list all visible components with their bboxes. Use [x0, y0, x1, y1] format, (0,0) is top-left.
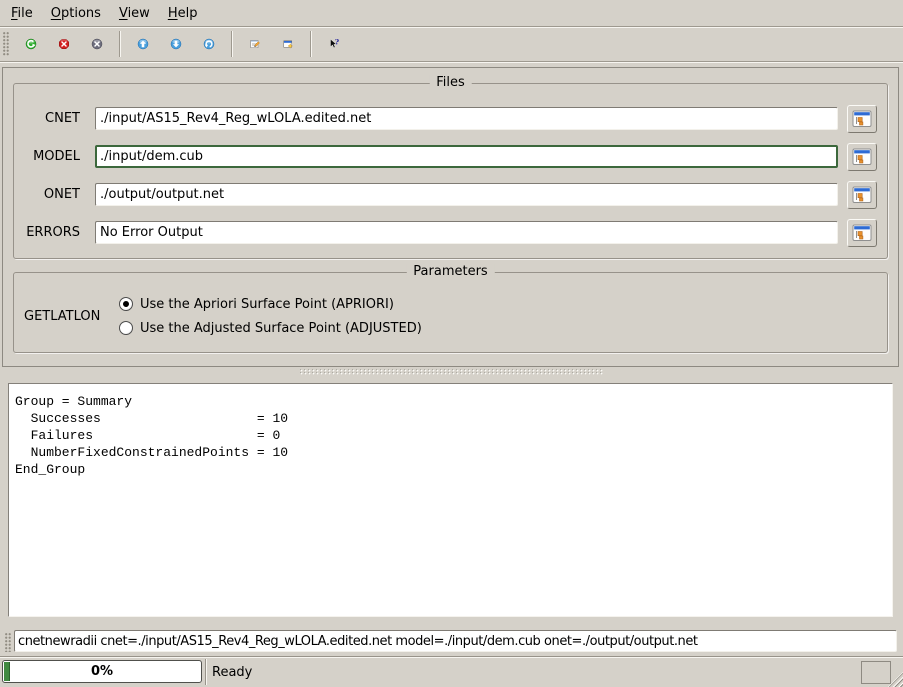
errors-browse-button[interactable]: [847, 219, 877, 247]
onet-label: ONET: [14, 187, 80, 202]
stop-icon: [58, 32, 70, 56]
run-button[interactable]: [18, 31, 44, 57]
stop-button[interactable]: [51, 31, 77, 57]
menu-view[interactable]: View: [110, 3, 159, 24]
toolbar-drag-handle[interactable]: [3, 32, 10, 56]
menu-view-label: V: [119, 6, 128, 21]
getlatlon-adjusted-radio[interactable]: Use the Adjusted Surface Point (ADJUSTED…: [119, 319, 422, 337]
menu-options[interactable]: Options: [42, 3, 110, 24]
onet-row: ONET: [14, 183, 887, 206]
toolbar: ?: [0, 27, 903, 62]
cnet-label: CNET: [14, 111, 80, 126]
exit-button[interactable]: [84, 31, 110, 57]
whats-this-icon: ?: [328, 32, 340, 56]
onet-input[interactable]: [95, 183, 838, 206]
commandline-drag-handle[interactable]: [5, 633, 12, 652]
files-groupbox-title: Files: [429, 75, 472, 90]
svg-text:?: ?: [334, 37, 339, 46]
menu-file[interactable]: File: [2, 3, 42, 24]
model-input[interactable]: [95, 145, 838, 168]
menu-help[interactable]: Help: [159, 3, 207, 24]
menu-bar: File Options View Help: [0, 0, 903, 27]
next-history-button[interactable]: [163, 31, 189, 57]
radio-button-icon: [119, 297, 133, 311]
up-arrow-icon: [137, 32, 149, 56]
app-window: File Options View Help: [0, 0, 903, 686]
redo-button[interactable]: [196, 31, 222, 57]
new-window-icon: [282, 32, 294, 56]
new-window-button[interactable]: [275, 31, 301, 57]
getlatlon-apriori-label: Use the Apriori Surface Point (APRIORI): [140, 297, 394, 312]
radio-button-icon: [119, 321, 133, 335]
redo-icon: [203, 32, 215, 56]
statusbar-separator: [205, 659, 206, 685]
files-groupbox: Files CNET MODEL: [13, 83, 888, 259]
run-icon: [25, 32, 37, 56]
parameters-groupbox-title: Parameters: [406, 264, 494, 279]
errors-row: ERRORS: [14, 221, 887, 244]
browse-file-icon: [852, 186, 872, 204]
cnet-input[interactable]: [95, 107, 838, 130]
edit-history-icon: [249, 32, 261, 56]
statusbar-frame: [861, 661, 891, 684]
getlatlon-apriori-radio[interactable]: Use the Apriori Surface Point (APRIORI): [119, 295, 394, 313]
progress-percent: 0%: [3, 661, 201, 682]
previous-history-button[interactable]: [130, 31, 156, 57]
onet-browse-button[interactable]: [847, 181, 877, 209]
browse-file-icon: [852, 110, 872, 128]
parameters-groupbox: Parameters GETLATLON Use the Apriori Sur…: [13, 272, 888, 353]
commandline-input[interactable]: [14, 630, 897, 652]
log-output[interactable]: Group = Summary Successes = 10 Failures …: [8, 383, 893, 617]
log-output-text: Group = Summary Successes = 10 Failures …: [15, 393, 886, 478]
exit-icon: [91, 32, 103, 56]
splitter-handle[interactable]: [300, 369, 603, 375]
browse-file-icon: [852, 148, 872, 166]
down-arrow-icon: [170, 32, 182, 56]
cnet-row: CNET: [14, 107, 887, 130]
model-label: MODEL: [14, 149, 80, 164]
model-row: MODEL: [14, 145, 887, 168]
menu-options-label: O: [51, 6, 61, 21]
whats-this-button[interactable]: ?: [321, 31, 347, 57]
status-message: Ready: [212, 657, 252, 687]
getlatlon-label: GETLATLON: [24, 309, 100, 324]
browse-file-icon: [852, 224, 872, 242]
cnet-browse-button[interactable]: [847, 105, 877, 133]
errors-label: ERRORS: [14, 225, 80, 240]
progress-bar: 0%: [2, 660, 202, 683]
menu-help-label: H: [168, 6, 178, 21]
toolbar-separator: [119, 31, 120, 57]
parameter-panel: Files CNET MODEL: [2, 67, 899, 367]
toolbar-separator: [310, 31, 311, 57]
toolbar-separator: [231, 31, 232, 57]
model-browse-button[interactable]: [847, 143, 877, 171]
getlatlon-adjusted-label: Use the Adjusted Surface Point (ADJUSTED…: [140, 321, 422, 336]
errors-input[interactable]: [95, 221, 838, 244]
status-bar: 0% Ready: [0, 656, 903, 687]
edit-history-button[interactable]: [242, 31, 268, 57]
